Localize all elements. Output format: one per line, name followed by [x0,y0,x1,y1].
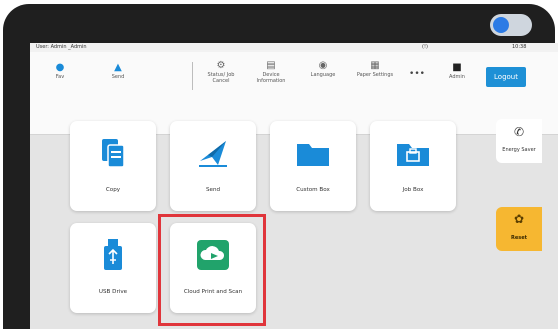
reset-brush-icon: ✿ [513,212,525,226]
tile-usb-drive[interactable]: USB Drive [70,223,156,313]
status-bar: User: Admin _Admin (!) 10:38 [30,43,558,52]
tile-label: Send [205,187,221,193]
tile-label: Job Box [402,187,424,193]
status-icon: ⚙ [216,60,226,71]
energy-saver-label: Energy Saver [502,147,536,153]
toolbar-divider [192,62,193,90]
logout-button[interactable]: Logout [486,67,526,87]
highlight-box [158,214,266,326]
power-toggle[interactable] [490,14,532,36]
tile-send[interactable]: Send [170,121,256,211]
device-info-icon: ▤ [266,60,276,71]
user-status: User: Admin _Admin [36,44,87,50]
tile-job-box[interactable]: Job Box [370,121,456,211]
alert-indicator: (!) [422,44,428,50]
phone-icon: ✆ [513,125,525,139]
reset-label: Reset [511,235,527,241]
usb-drive-icon [70,237,156,273]
job-box-folder-icon [370,135,456,171]
send-paper-plane-icon [170,135,256,171]
device-information-button[interactable]: ▤ Device Information [252,60,290,84]
fav-label: Fav [55,74,65,80]
touch-screen: User: Admin _Admin (!) 10:38 ● Fav ▲ Sen… [30,43,558,329]
tile-label: USB Drive [98,289,128,295]
tile-label: Custom Box [296,187,330,193]
energy-saver-button[interactable]: ✆ Energy Saver [496,119,542,163]
language-icon: ◉ [318,60,328,71]
fav-button[interactable]: ● Fav [46,62,74,80]
more-icon: ••• [409,69,425,79]
tile-label: Copy [105,187,121,193]
language-label: Language [310,72,336,78]
copy-icon [70,135,156,171]
device-information-label: Device Information [256,72,286,84]
send-shortcut-button[interactable]: ▲ Send [104,62,132,80]
paper-settings-icon: ▦ [370,60,380,71]
fav-icon: ● [55,62,65,73]
tile-copy[interactable]: Copy [70,121,156,211]
folder-icon [270,135,356,171]
reset-button[interactable]: ✿ Reset [496,207,542,251]
clock: 10:38 [512,44,527,50]
status-job-cancel-button[interactable]: ⚙ Status/ Job Cancel [202,60,240,84]
paper-settings-label: Paper Settings [356,72,394,78]
admin-user-icon: ■ [452,62,462,73]
paper-settings-button[interactable]: ▦ Paper Settings [354,60,396,78]
language-button[interactable]: ◉ Language [306,60,340,78]
toggle-knob [493,17,509,33]
admin-label: Admin [449,74,465,80]
more-menu-button[interactable]: ••• [404,69,430,79]
tile-custom-box[interactable]: Custom Box [270,121,356,211]
send-shortcut-label: Send [111,74,125,80]
status-job-cancel-label: Status/ Job Cancel [207,72,235,84]
admin-button[interactable]: ■ Admin [444,62,470,80]
send-icon: ▲ [114,62,122,73]
